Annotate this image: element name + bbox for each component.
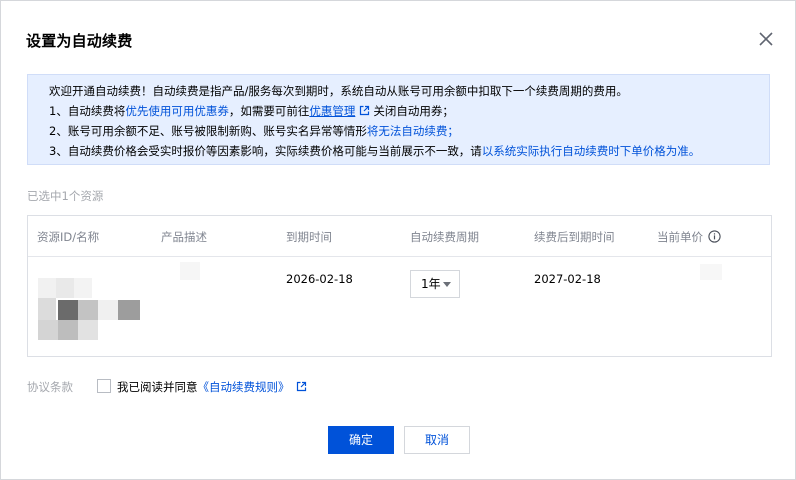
notice-box: 欢迎开通自动续费！自动续费是指产品/服务每次到期时，系统自动从账号可用余额中扣取… <box>27 74 770 165</box>
notice-line-4: 3、自动续费价格会受实时报价等因素影响，实际续费价格可能与当前展示不一致，请以系… <box>49 143 701 158</box>
header-unit-price: 当前单价 <box>657 229 721 246</box>
selected-count: 已选中1个资源 <box>27 189 104 203</box>
cancel-button[interactable]: 取消 <box>404 426 470 454</box>
resource-id-blurred <box>38 278 142 342</box>
table-header: 资源ID/名称 产品描述 到期时间 自动续费周期 续费后到期时间 当前单价 <box>28 216 771 257</box>
header-renew-period: 自动续费周期 <box>410 230 479 244</box>
notice-line-3: 2、账号可用余额不足、账号被限制新购、账号实名异常等情形将无法自动续费； <box>49 124 459 138</box>
agreement-label: 协议条款 <box>27 380 73 394</box>
confirm-button[interactable]: 确定 <box>328 426 394 454</box>
coupon-management-link[interactable]: 优惠管理 <box>309 104 355 118</box>
header-product-desc: 产品描述 <box>161 230 207 244</box>
chevron-down-icon <box>443 282 451 287</box>
close-icon[interactable] <box>756 29 776 49</box>
resource-table: 资源ID/名称 产品描述 到期时间 自动续费周期 续费后到期时间 当前单价 20… <box>27 215 772 357</box>
header-resource-id: 资源ID/名称 <box>37 230 100 244</box>
external-link-icon[interactable] <box>296 381 307 395</box>
agreement-text: 我已阅读并同意《自动续费规则》 <box>117 379 310 395</box>
expire-time-cell: 2026-02-18 <box>286 272 353 286</box>
agreement-checkbox[interactable] <box>97 379 111 393</box>
notice-line-2: 1、自动续费将优先使用可用优惠券，如需要可前往优惠管理 关闭自动用券； <box>49 102 769 123</box>
external-link-icon[interactable] <box>359 103 370 123</box>
actual-price-text: 以系统实际执行自动续费时下单价格为准。 <box>481 143 701 158</box>
info-icon[interactable] <box>708 230 721 246</box>
coupon-priority-text: 优先使用可用优惠券 <box>125 103 229 118</box>
notice-line-1: 欢迎开通自动续费！自动续费是指产品/服务每次到期时，系统自动从账号可用余额中扣取… <box>49 84 628 98</box>
dialog-title: 设置为自动续费 <box>26 32 133 50</box>
cannot-renew-text: 将无法自动续费； <box>366 124 459 138</box>
new-expire-time-cell: 2027-02-18 <box>534 272 601 286</box>
renew-period-select[interactable]: 1年 <box>410 270 460 298</box>
header-new-expire-time: 续费后到期时间 <box>534 230 615 244</box>
renew-period-value: 1年 <box>421 277 441 291</box>
header-expire-time: 到期时间 <box>286 230 332 244</box>
auto-renew-rules-link[interactable]: 《自动续费规则》 <box>198 380 290 394</box>
auto-renew-dialog: 设置为自动续费 欢迎开通自动续费！自动续费是指产品/服务每次到期时，系统自动从账… <box>0 0 796 480</box>
product-desc-blurred <box>180 262 200 280</box>
unit-price-blurred <box>700 264 722 280</box>
